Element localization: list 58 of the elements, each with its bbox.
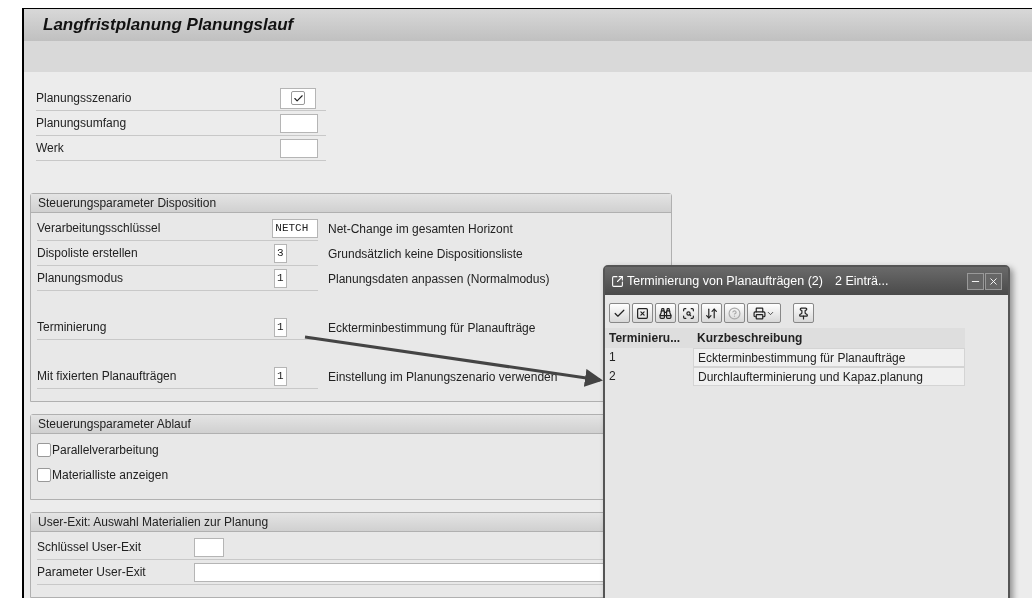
- toolbar-button[interactable]: [609, 303, 630, 323]
- field-label: Planungsumfang: [36, 115, 128, 132]
- pin-icon: [797, 306, 810, 320]
- window-title: Langfristplanung Planungslauf: [43, 14, 294, 37]
- input-field[interactable]: 1: [274, 317, 287, 337]
- input-field[interactable]: [194, 537, 224, 557]
- toolbar-button[interactable]: [655, 303, 676, 323]
- field-label: Parameter User-Exit: [37, 564, 147, 581]
- input-field[interactable]: [280, 138, 318, 158]
- toolbar-button[interactable]: [701, 303, 722, 323]
- table-cell: Eckterminbestimmung für Planaufträge: [693, 348, 965, 367]
- group-title: Steuerungsparameter Disposition: [38, 195, 217, 212]
- field-label: Schlüssel User-Exit: [37, 539, 143, 556]
- help-icon: [728, 306, 741, 320]
- value-description: Eckterminbestimmung für Planaufträge: [328, 319, 536, 337]
- value-description: Net-Change im gesamten Horizont: [328, 220, 513, 238]
- entry-count: 2 Einträ...: [834, 272, 889, 290]
- close-button[interactable]: [985, 272, 1002, 290]
- field-label: Mit fixierten Planaufträgen: [37, 368, 178, 385]
- search-plus-icon: [682, 306, 695, 320]
- input-field[interactable]: [280, 113, 318, 133]
- field-label: Verarbeitungsschlüssel: [37, 220, 162, 237]
- column-header[interactable]: Terminieru...: [605, 328, 693, 348]
- field-label: Werk: [36, 140, 65, 157]
- sort-icon: [705, 306, 718, 320]
- toolbar-button[interactable]: [678, 303, 699, 323]
- checkbox-label: Materialliste anzeigen: [52, 466, 169, 484]
- input-field[interactable]: 1: [274, 268, 287, 288]
- close-icon: [988, 275, 999, 287]
- input-field[interactable]: 1: [274, 366, 287, 386]
- table-cell: Durchlaufterminierung und Kapaz.planung: [693, 367, 965, 386]
- cancel-icon: [636, 306, 649, 320]
- input-field[interactable]: NETCH: [272, 218, 318, 238]
- value-description: Grundsätzlich keine Dispositionsliste: [328, 245, 523, 263]
- checkbox-label: Parallelverarbeitung: [52, 441, 159, 459]
- field-label: Planungsszenario: [36, 90, 133, 107]
- binoculars-icon: [659, 306, 672, 320]
- table-cell-text: 2: [608, 368, 617, 385]
- printer-icon: [753, 306, 766, 320]
- table-cell-text: 1: [608, 349, 617, 366]
- field-label: Dispoliste erstellen: [37, 245, 139, 262]
- group-title: Steuerungsparameter Ablauf: [38, 416, 191, 433]
- toolbar-button[interactable]: [632, 303, 653, 323]
- value-description: Einstellung im Planungszenario verwenden: [328, 368, 558, 386]
- group-title: User-Exit: Auswahl Materialien zur Planung: [38, 514, 269, 531]
- checkbox[interactable]: [37, 442, 51, 457]
- checkbox[interactable]: [291, 91, 305, 105]
- field-label: Planungsmodus: [37, 270, 125, 287]
- checkbox[interactable]: [37, 467, 51, 482]
- input-field[interactable]: 3: [274, 243, 287, 263]
- value-description: Planungsdaten anpassen (Normalmodus): [328, 270, 550, 288]
- column-header[interactable]: Kurzbeschreibung: [693, 328, 965, 348]
- minimize-button[interactable]: [967, 272, 984, 290]
- popup-title: Terminierung von Planaufträgen (2): [627, 272, 823, 290]
- window-icon: [611, 274, 624, 288]
- toolbar-button[interactable]: [793, 303, 814, 323]
- field-label: Terminierung: [37, 319, 108, 336]
- print-button[interactable]: [747, 303, 781, 323]
